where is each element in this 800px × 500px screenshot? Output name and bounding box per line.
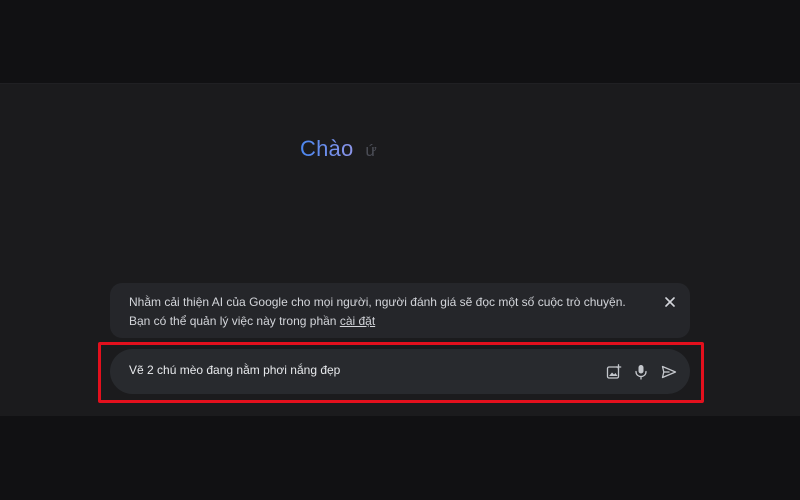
close-icon[interactable] bbox=[662, 294, 678, 310]
prompt-input-bar[interactable]: Vẽ 2 chú mèo đang nằm phơi nắng đẹp bbox=[110, 349, 690, 394]
privacy-notice: Nhằm cải thiện AI của Google cho mọi ngư… bbox=[110, 283, 690, 338]
bottom-band bbox=[0, 416, 800, 500]
greeting-heading: Chào ứ bbox=[300, 136, 377, 168]
greeting-name: ứ bbox=[365, 141, 377, 160]
top-band bbox=[0, 0, 800, 83]
microphone-icon[interactable] bbox=[630, 361, 652, 383]
greeting-word: Chào bbox=[300, 136, 354, 161]
settings-link[interactable]: cài đặt bbox=[340, 314, 375, 328]
prompt-input[interactable]: Vẽ 2 chú mèo đang nằm phơi nắng đẹp bbox=[129, 363, 340, 377]
add-image-icon[interactable] bbox=[603, 361, 625, 383]
send-icon[interactable] bbox=[658, 361, 680, 383]
notice-text: Nhằm cải thiện AI của Google cho mọi ngư… bbox=[129, 295, 626, 328]
